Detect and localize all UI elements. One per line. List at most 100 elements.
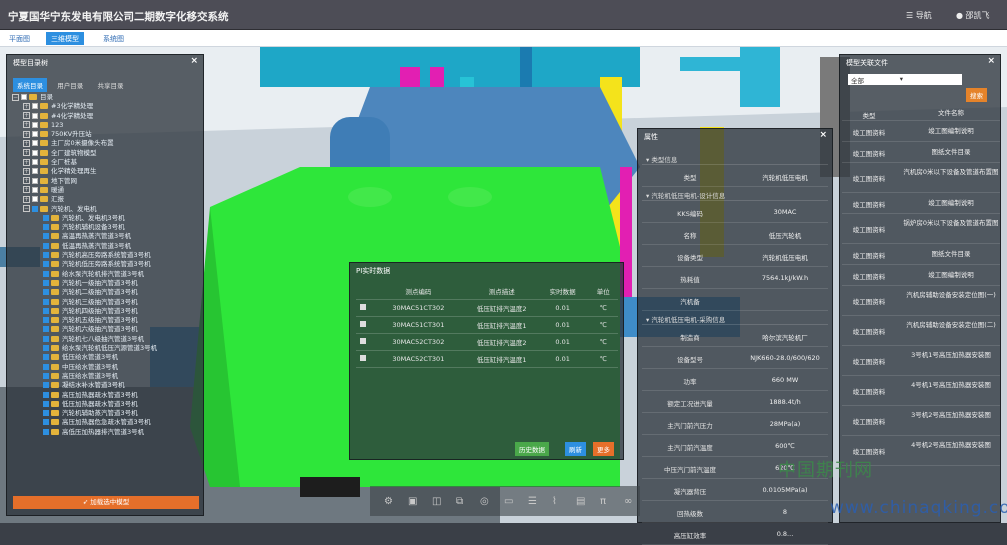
expand-toggle-icon[interactable]: − [12, 93, 19, 101]
close-icon[interactable]: × [190, 56, 198, 66]
refresh-button[interactable]: 刷新 [565, 442, 586, 456]
expand-toggle-icon[interactable] [34, 419, 41, 426]
tree-checkbox[interactable] [43, 410, 49, 417]
expand-toggle-icon[interactable] [34, 270, 41, 277]
expand-toggle-icon[interactable] [34, 261, 41, 268]
expand-toggle-icon[interactable]: − [23, 205, 30, 213]
tree-checkbox[interactable] [43, 261, 49, 268]
tree-item[interactable]: + 化学精处理再生 [12, 167, 202, 176]
tree-checkbox[interactable] [32, 131, 38, 138]
file-search-button[interactable]: 搜索 [966, 88, 987, 102]
expand-toggle-icon[interactable] [34, 335, 41, 342]
tree-item[interactable]: 低压给水管道3号机 [12, 353, 202, 362]
tree-checkbox[interactable] [21, 94, 27, 100]
tree-item[interactable]: 汽轮机、发电机3号机 [12, 214, 202, 223]
tab-system-directory[interactable]: 系统目录 [13, 78, 47, 92]
tree-item[interactable]: 低温再热蒸汽管道3号机 [12, 242, 202, 251]
tree-item[interactable]: 汽轮机低压旁路系统管道3号机 [12, 260, 202, 269]
close-icon[interactable]: × [819, 130, 827, 140]
tree-item[interactable]: 高低压加热器排汽管道3号机 [12, 428, 202, 437]
file-row[interactable]: 竣工图资料 3号机1号高压加热器安装图 [842, 346, 1000, 376]
tree-item[interactable]: + 主厂房0米摄像头布置 [12, 139, 202, 148]
tree-item[interactable]: 高压给水管道3号机 [12, 372, 202, 381]
file-row[interactable]: 竣工图资料 4号机1号高压加热器安装图 [842, 376, 1000, 406]
tree-checkbox[interactable] [43, 363, 49, 370]
file-name[interactable]: 汽机房0米以下设备及管道布置图 [902, 167, 1000, 178]
tree-item[interactable]: 汽轮机四级抽汽管道3号机 [12, 307, 202, 316]
file-name[interactable]: 4号机1号高压加热器安装图 [902, 380, 1000, 391]
tree-item[interactable]: 汽轮机七八级抽汽管道3号机 [12, 335, 202, 344]
file-name[interactable]: 3号机1号高压加热器安装图 [902, 350, 1000, 361]
file-name[interactable]: 汽机房辅助设备安装定位图(一) [902, 290, 1000, 301]
folder-icon[interactable]: ▭ [504, 496, 513, 507]
pi-row-checkbox[interactable] [356, 334, 370, 351]
tree-checkbox[interactable] [43, 298, 49, 305]
tree-item[interactable]: 汽轮机辅助蒸汽管道3号机 [12, 409, 202, 418]
list-icon[interactable]: ☰ [528, 496, 537, 507]
file-search-input[interactable] [906, 74, 962, 85]
tree-item[interactable]: 汽轮机一级抽汽管道3号机 [12, 279, 202, 288]
file-row[interactable]: 竣工图资料 竣工图编制说明 [842, 121, 1000, 142]
tree-checkbox[interactable] [43, 279, 49, 286]
tree-item[interactable]: 给水泵汽轮机低压汽源管道3号机 [12, 344, 202, 353]
file-name[interactable]: 3号机2号高压加热器安装图 [902, 410, 1000, 421]
expand-toggle-icon[interactable]: + [23, 112, 30, 120]
expand-toggle-icon[interactable]: + [23, 186, 30, 194]
expand-toggle-icon[interactable]: + [23, 167, 30, 175]
tab-shared-directory[interactable]: 共享目录 [93, 78, 127, 92]
cube-icon[interactable]: ▣ [408, 496, 417, 507]
tree-item[interactable]: 汽轮机二级抽汽管道3号机 [12, 288, 202, 297]
tree-item[interactable]: 汽轮机三级抽汽管道3号机 [12, 298, 202, 307]
tree-item[interactable]: 中压给水管道3号机 [12, 363, 202, 372]
file-name[interactable]: 图纸文件目录 [902, 249, 1000, 260]
close-icon[interactable]: × [987, 56, 995, 66]
tab-3d-model[interactable]: 三维模型 [46, 32, 84, 45]
tree-checkbox[interactable] [43, 317, 49, 324]
tree-checkbox[interactable] [43, 326, 49, 333]
tree-item[interactable]: − 汽轮机、发电机 [12, 205, 202, 214]
expand-toggle-icon[interactable] [34, 391, 41, 398]
tree-item[interactable]: + 全厂桩基 [12, 158, 202, 167]
file-name[interactable]: 竣工图编制说明 [902, 270, 1000, 281]
tree-checkbox[interactable] [43, 224, 49, 231]
tree-checkbox[interactable] [32, 112, 38, 119]
expand-toggle-icon[interactable]: + [23, 102, 30, 110]
tree-checkbox[interactable] [43, 345, 49, 352]
tree-item[interactable]: +123 [12, 121, 202, 130]
expand-toggle-icon[interactable]: + [23, 195, 30, 203]
tree-checkbox[interactable] [32, 177, 38, 184]
file-row[interactable]: 竣工图资料 图纸文件目录 [842, 244, 1000, 265]
tree-checkbox[interactable] [32, 196, 38, 203]
expand-toggle-icon[interactable] [34, 372, 41, 379]
expand-toggle-icon[interactable] [34, 242, 41, 249]
file-row[interactable]: 竣工图资料 锅炉房0米以下设备及管道布置图 [842, 214, 1000, 244]
expand-toggle-icon[interactable] [34, 410, 41, 417]
expand-toggle-icon[interactable] [34, 307, 41, 314]
file-row[interactable]: 竣工图资料 汽机房辅助设备安装定位图(一) [842, 286, 1000, 316]
user-menu[interactable]: ● 邵凯飞 [956, 10, 990, 21]
property-section-header[interactable]: ▾ 汽轮机低压电机-设计信息 [642, 187, 828, 201]
tree-item[interactable]: + #3化学精处理 [12, 102, 202, 111]
tree-item[interactable]: + 汇报 [12, 195, 202, 204]
tree-item[interactable]: − 目录 [12, 93, 202, 102]
tree-item[interactable]: 高压加热器危急疏水管道3号机 [12, 418, 202, 427]
tree-checkbox[interactable] [43, 289, 49, 296]
file-type-filter[interactable]: 全部 ▾ [848, 74, 906, 85]
expand-toggle-icon[interactable] [34, 252, 41, 259]
tree-checkbox[interactable] [43, 233, 49, 240]
tree-item[interactable]: + 全厂建筑物模型 [12, 149, 202, 158]
tree-checkbox[interactable] [43, 214, 49, 221]
pi-code[interactable]: 30MAC52CT301 [370, 351, 467, 368]
tree-checkbox[interactable] [43, 400, 49, 407]
tree-item[interactable]: 低压加热器疏水管道3号机 [12, 400, 202, 409]
tab-system-diagram[interactable]: 系统图 [98, 32, 129, 45]
tree-checkbox[interactable] [43, 391, 49, 398]
tree-checkbox[interactable] [43, 382, 49, 389]
expand-toggle-icon[interactable] [34, 400, 41, 407]
pi-row-checkbox[interactable] [356, 300, 370, 317]
tree-checkbox[interactable] [32, 186, 38, 193]
pi-code[interactable]: 30MAC51CT301 [370, 317, 467, 334]
expand-toggle-icon[interactable] [34, 428, 41, 435]
expand-toggle-icon[interactable] [34, 382, 41, 389]
tree-checkbox[interactable] [32, 205, 38, 212]
